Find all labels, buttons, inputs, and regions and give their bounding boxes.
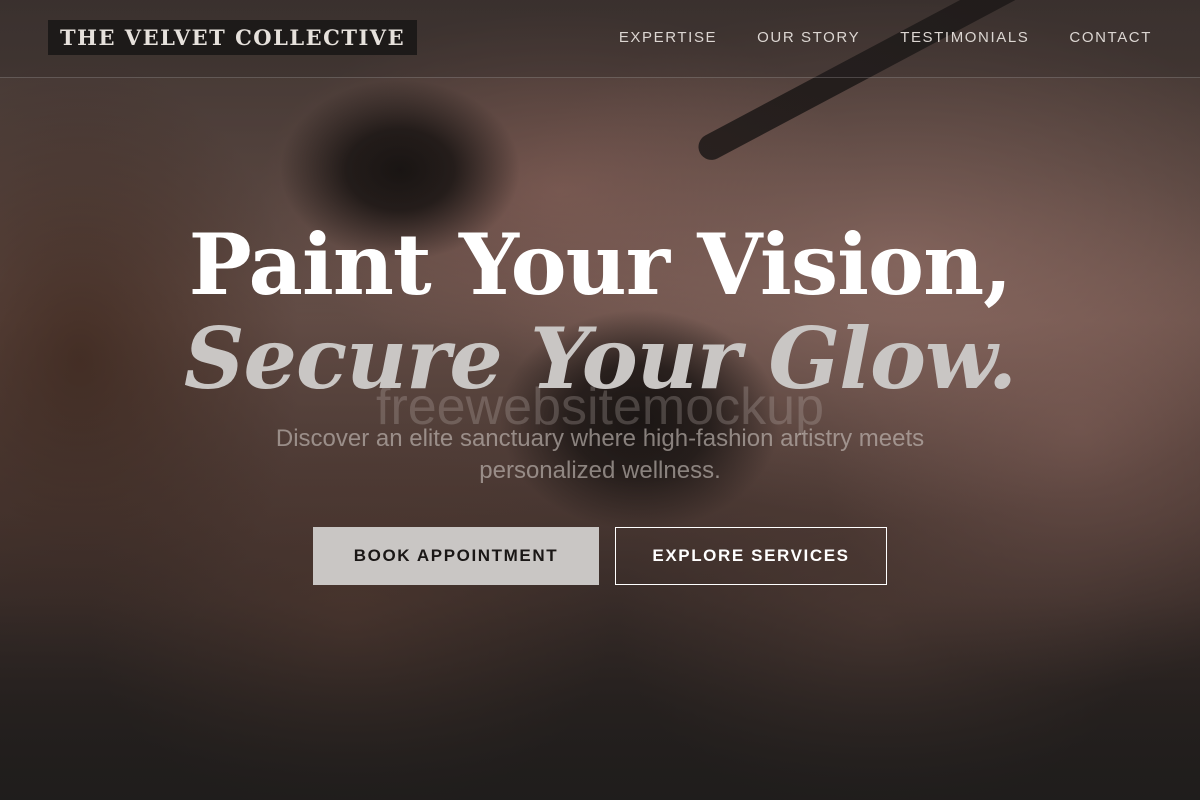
nav-link-testimonials[interactable]: TESTIMONIALS (900, 29, 1029, 46)
nav-link-contact[interactable]: CONTACT (1069, 29, 1152, 46)
explore-services-button[interactable]: EXPLORE SERVICES (615, 527, 887, 585)
top-navigation: THE VELVET COLLECTIVE EXPERTISE OUR STOR… (0, 0, 1200, 78)
nav-link-our-story[interactable]: OUR STORY (757, 29, 860, 46)
book-appointment-button[interactable]: BOOK APPOINTMENT (313, 527, 599, 585)
hero-subheading: Discover an elite sanctuary where high-f… (275, 425, 925, 484)
nav-links: EXPERTISE OUR STORY TESTIMONIALS CONTACT (619, 29, 1152, 46)
hero-headline: Paint Your Vision, Secure Your Glow. (0, 215, 1200, 409)
headline-line-1: Paint Your Vision, (188, 215, 1013, 314)
nav-link-expertise[interactable]: EXPERTISE (619, 29, 717, 46)
headline-line-2: Secure Your Glow. (183, 309, 1017, 408)
cta-buttons: BOOK APPOINTMENT EXPLORE SERVICES (0, 527, 1200, 585)
hero-section: THE VELVET COLLECTIVE EXPERTISE OUR STOR… (0, 0, 1200, 800)
brand-logo[interactable]: THE VELVET COLLECTIVE (48, 20, 418, 55)
